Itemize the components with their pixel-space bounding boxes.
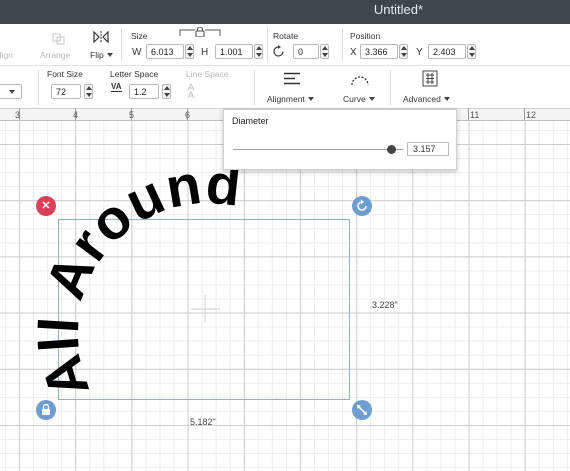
- delete-icon[interactable]: ✕: [36, 196, 56, 216]
- rotate-icon: [357, 199, 367, 211]
- diameter-label: Diameter: [232, 116, 269, 126]
- lock-icon: [42, 403, 50, 415]
- lock-handle[interactable]: [36, 400, 56, 420]
- rotate-handle[interactable]: [352, 196, 372, 216]
- resize-handle[interactable]: [352, 400, 372, 420]
- svg-text:All Around: All Around: [27, 151, 245, 405]
- diameter-slider-handle[interactable]: [386, 145, 396, 154]
- curved-text: All Around: [27, 151, 244, 405]
- diameter-slider-track[interactable]: [233, 149, 403, 150]
- resize-icon: [357, 405, 367, 415]
- width-dimension-label: 5.182": [190, 417, 216, 427]
- diameter-input[interactable]: 3.157: [407, 142, 449, 156]
- curve-popup: Diameter 3.157: [223, 109, 457, 170]
- curved-text-object[interactable]: All Around: [0, 0, 570, 471]
- height-dimension-label: 3.228": [372, 300, 398, 310]
